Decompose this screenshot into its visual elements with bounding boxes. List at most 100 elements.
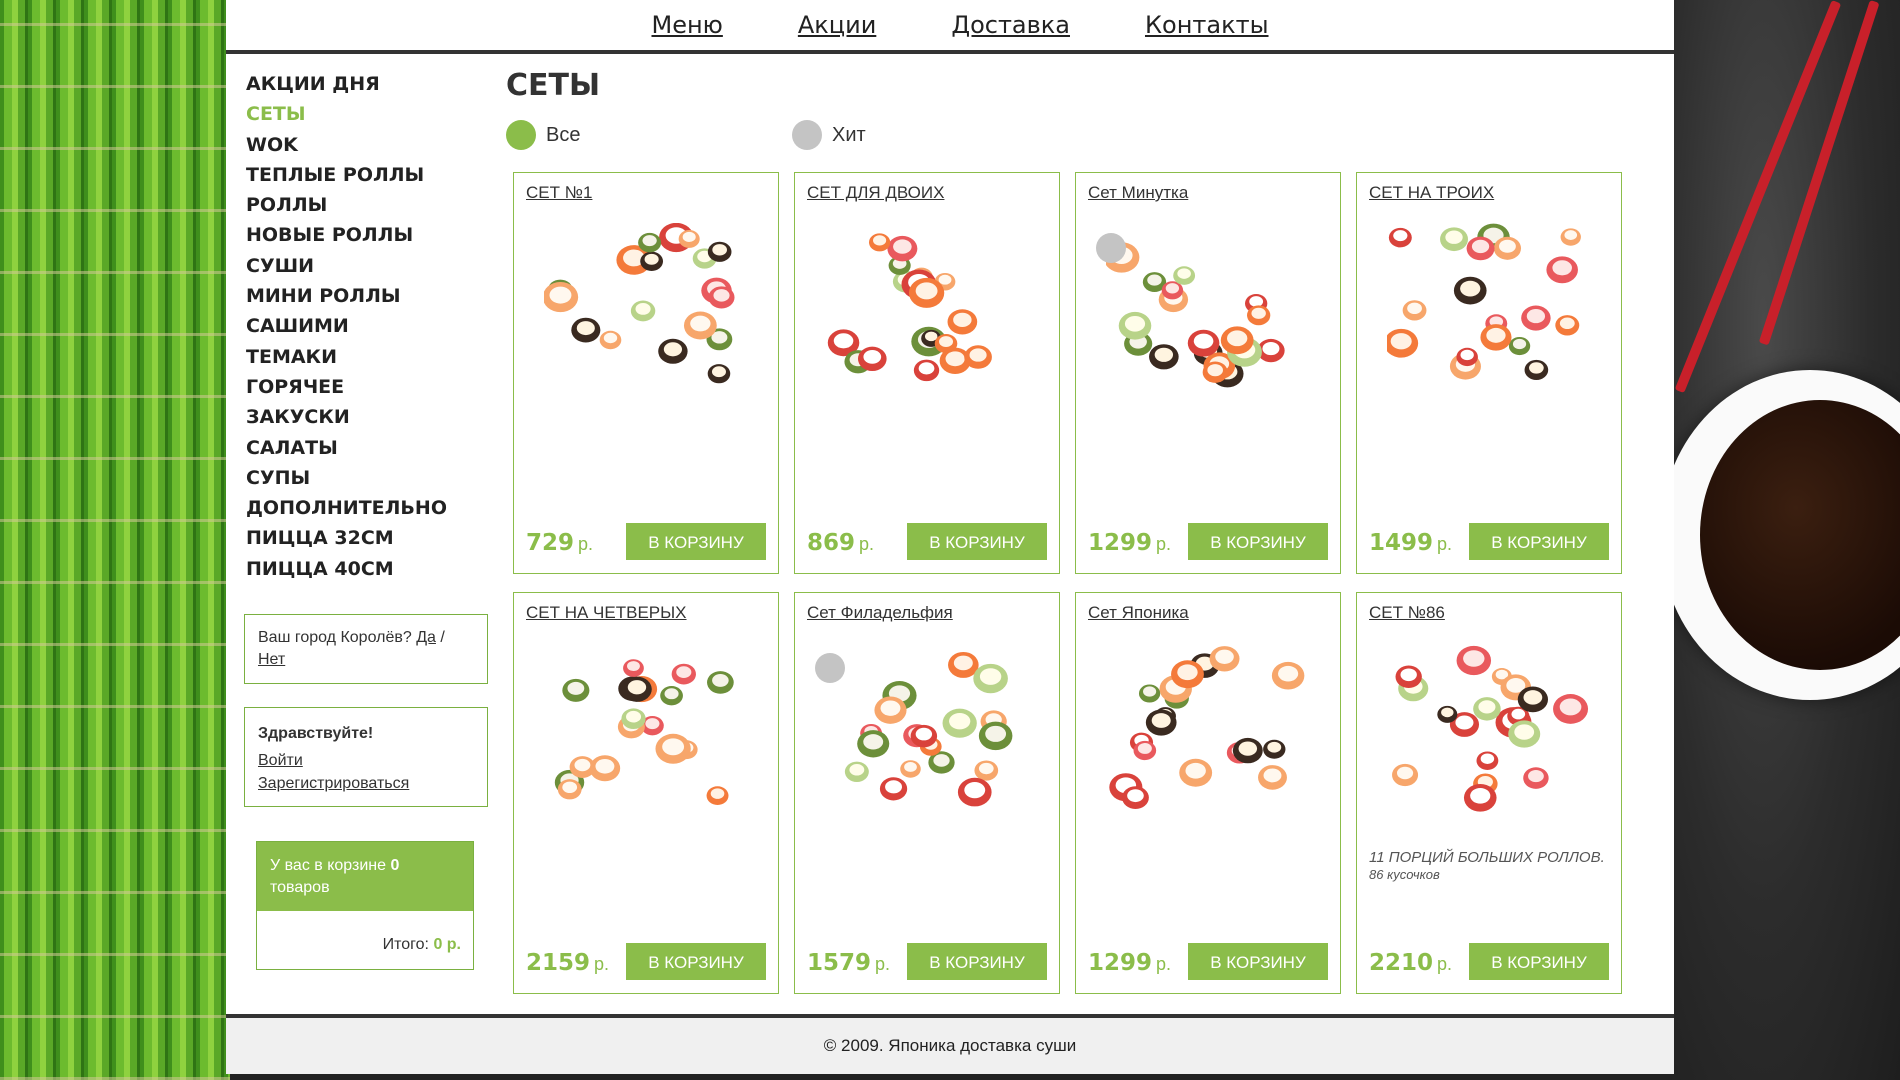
product-name-link[interactable]: СЕТ НА ТРОИХ — [1369, 183, 1494, 203]
product-image[interactable] — [825, 643, 1029, 823]
cart-total-value: 0 р. — [433, 936, 461, 953]
category-item[interactable]: ТЕПЛЫЕ РОЛЛЫ — [244, 160, 484, 190]
product-price-value: 1499 — [1369, 530, 1434, 556]
city-no-link[interactable]: Нет — [258, 651, 285, 668]
add-to-cart-button[interactable]: В КОРЗИНУ — [626, 523, 766, 560]
product-price-value: 1579 — [807, 950, 872, 976]
filter-all[interactable]: Все — [506, 120, 580, 150]
product-name-link[interactable]: СЕТ №86 — [1369, 603, 1445, 623]
category-item[interactable]: РОЛЛЫ — [244, 190, 484, 220]
cart-text-before: У вас в корзине — [270, 857, 387, 874]
category-item[interactable]: СЕТЫ — [244, 99, 484, 129]
product-price-value: 2159 — [526, 950, 591, 976]
product-price: 1579 р. — [807, 950, 890, 976]
product-name-link[interactable]: СЕТ №1 — [526, 183, 592, 203]
add-to-cart-button[interactable]: В КОРЗИНУ — [1469, 943, 1609, 980]
product-price: 729 р. — [526, 530, 593, 556]
product-card: СЕТ НА ТРОИХ 1499 р. В КОРЗИНУ — [1356, 172, 1622, 574]
product-description: 11 ПОРЦИЙ БОЛЬШИХ РОЛЛОВ. 86 кусочков — [1369, 849, 1614, 883]
category-item[interactable]: ПИЦЦА 40СМ — [244, 554, 484, 584]
product-image[interactable] — [1384, 223, 1591, 403]
add-to-cart-button[interactable]: В КОРЗИНУ — [626, 943, 766, 980]
product-description-main: 11 ПОРЦИЙ БОЛЬШИХ РОЛЛОВ. — [1369, 849, 1605, 866]
category-item[interactable]: WOK — [244, 130, 484, 160]
category-item[interactable]: НОВЫЕ РОЛЛЫ — [244, 220, 484, 250]
nav-link-3[interactable]: Контакты — [1145, 11, 1269, 39]
city-separator: / — [440, 629, 445, 646]
product-card: Сет Японика 1299 р. В КОРЗИНУ — [1075, 592, 1341, 994]
product-price: 1299 р. — [1088, 950, 1171, 976]
product-price: 1299 р. — [1088, 530, 1171, 556]
category-list: АКЦИИ ДНЯ СЕТЫ WOK ТЕПЛЫЕ РОЛЛЫ РОЛЛЫ НОВЫЕ Р… — [244, 69, 484, 584]
category-item[interactable]: ЗАКУСКИ — [244, 402, 484, 432]
greeting-title: Здравствуйте! — [258, 725, 374, 742]
content-area: АКЦИИ ДНЯ СЕТЫ WOK ТЕПЛЫЕ РОЛЛЫ РОЛЛЫ НОВЫЕ Р… — [226, 54, 1674, 1004]
product-image[interactable] — [1103, 223, 1310, 403]
category-item[interactable]: ДОПОЛНИТЕЛЬНО — [244, 493, 484, 523]
product-price: 869 р. — [807, 530, 874, 556]
filter-hit-label: Хит — [832, 123, 866, 146]
product-price-value: 2210 — [1369, 950, 1434, 976]
add-to-cart-button[interactable]: В КОРЗИНУ — [1469, 523, 1609, 560]
product-image[interactable] — [1387, 643, 1591, 823]
city-yes-link[interactable]: Да — [416, 629, 436, 646]
product-name-link[interactable]: Сет Японика — [1088, 603, 1189, 623]
product-image[interactable] — [825, 223, 1029, 403]
product-price: 1499 р. — [1369, 530, 1452, 556]
product-price-currency: р. — [594, 954, 610, 974]
hit-badge-icon — [1096, 233, 1126, 263]
product-card: Сет Минутка 1299 р. В КОРЗИНУ — [1075, 172, 1341, 574]
product-price-currency: р. — [1156, 954, 1172, 974]
filter-hit[interactable]: Хит — [792, 120, 866, 150]
filter-all-dot-icon — [506, 120, 536, 150]
hit-badge-icon — [815, 653, 845, 683]
product-description-pieces: 86 кусочков — [1369, 867, 1440, 882]
add-to-cart-button[interactable]: В КОРЗИНУ — [907, 523, 1047, 560]
filter-hit-dot-icon — [792, 120, 822, 150]
product-price-currency: р. — [1437, 534, 1453, 554]
top-navigation: Меню Акции Доставка Контакты — [226, 0, 1674, 54]
product-card: СЕТ №1 729 р. В КОРЗИНУ — [513, 172, 779, 574]
cart-widget: У вас в корзине 0 товаров Итого: 0 р. — [256, 841, 474, 970]
product-card: СЕТ №86 11 ПОРЦИЙ БОЛЬШИХ РОЛЛОВ. 86 кусоч… — [1356, 592, 1622, 994]
category-item[interactable]: ГОРЯЧЕЕ — [244, 372, 484, 402]
register-link[interactable]: Зарегистрироваться — [258, 775, 409, 792]
greeting-box: Здравствуйте! Войти Зарегистрироваться — [244, 707, 488, 807]
nav-link-1[interactable]: Акции — [798, 11, 876, 39]
category-item[interactable]: САШИМИ — [244, 311, 484, 341]
product-card: Сет Филадельфия 1579 р. В КОРЗИНУ — [794, 592, 1060, 994]
add-to-cart-button[interactable]: В КОРЗИНУ — [1188, 523, 1328, 560]
category-item[interactable]: СУШИ — [244, 251, 484, 281]
page-title: СЕТЫ — [506, 68, 601, 103]
add-to-cart-button[interactable]: В КОРЗИНУ — [1188, 943, 1328, 980]
filter-all-label: Все — [546, 123, 581, 146]
product-name-link[interactable]: СЕТ ДЛЯ ДВОИХ — [807, 183, 944, 203]
footer-copyright: © 2009. Японика доставка суши — [823, 1036, 1077, 1055]
category-item[interactable]: САЛАТЫ — [244, 433, 484, 463]
cart-total-label: Итого: — [382, 936, 429, 953]
category-item[interactable]: ТЕМАКИ — [244, 342, 484, 372]
product-price-value: 869 — [807, 530, 856, 556]
product-price-value: 1299 — [1088, 950, 1153, 976]
category-item[interactable]: ПИЦЦА 32СМ — [244, 523, 484, 553]
category-item[interactable]: СУПЫ — [244, 463, 484, 493]
bamboo-mat-background — [0, 0, 230, 1080]
product-price-currency: р. — [875, 954, 891, 974]
nav-link-0[interactable]: Меню — [651, 11, 722, 39]
city-confirm-box: Ваш город Королёв? Да / Нет — [244, 614, 488, 684]
nav-link-2[interactable]: Доставка — [951, 11, 1070, 39]
login-link[interactable]: Войти — [258, 752, 303, 769]
product-name-link[interactable]: СЕТ НА ЧЕТВЕРЫХ — [526, 603, 687, 623]
category-item[interactable]: МИНИ РОЛЛЫ — [244, 281, 484, 311]
category-item[interactable]: АКЦИИ ДНЯ — [244, 69, 484, 99]
add-to-cart-button[interactable]: В КОРЗИНУ — [907, 943, 1047, 980]
cart-count: 0 — [390, 857, 400, 874]
product-name-link[interactable]: Сет Минутка — [1088, 183, 1188, 203]
product-image[interactable] — [544, 643, 748, 823]
cart-text-after: товаров — [270, 879, 330, 896]
city-question: Ваш город Королёв? — [258, 629, 412, 646]
product-image[interactable] — [542, 222, 748, 403]
footer: © 2009. Японика доставка суши — [226, 1014, 1674, 1074]
product-name-link[interactable]: Сет Филадельфия — [807, 603, 953, 623]
product-image[interactable] — [1106, 643, 1310, 823]
